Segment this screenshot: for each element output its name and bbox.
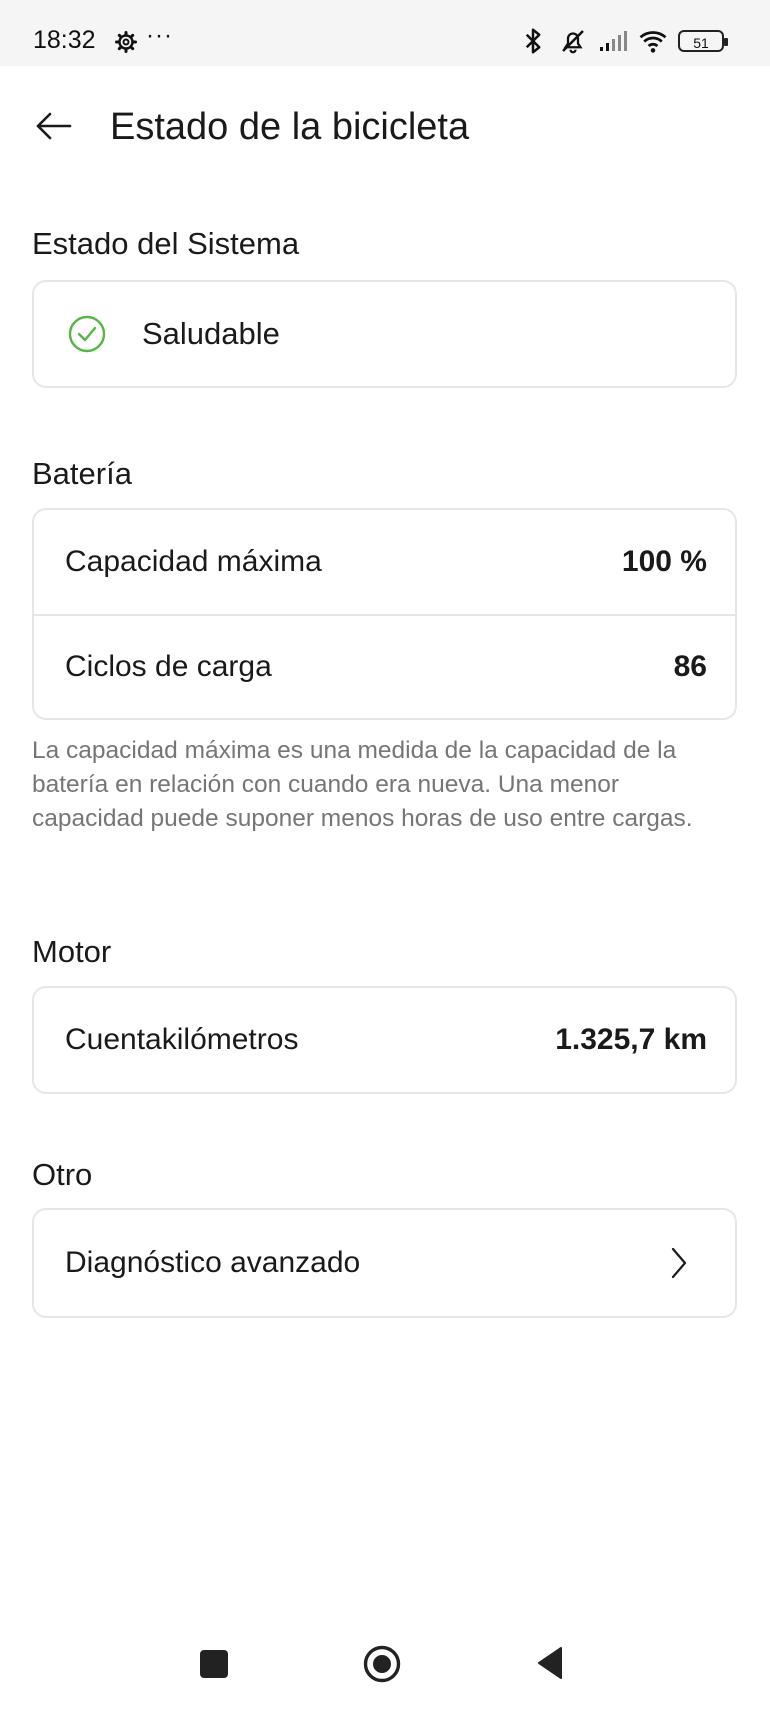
app-bar: Estado de la bicicleta (0, 66, 770, 196)
status-time: 18:32 (33, 26, 96, 54)
odometer-label: Cuentakilómetros (65, 1023, 299, 1056)
capacity-label: Capacidad máxima (65, 545, 322, 578)
status-icons: 51 (518, 26, 728, 56)
system-nav-bar (0, 1620, 770, 1711)
cycles-value: 86 (673, 650, 707, 683)
signal-icon (600, 31, 627, 51)
advanced-diagnostics-item[interactable]: Diagnóstico avanzado (32, 1208, 737, 1318)
system-status-label: Saludable (142, 316, 280, 351)
check-circle-icon (68, 315, 106, 353)
system-heading: Estado del Sistema (32, 226, 300, 261)
back-icon[interactable] (533, 1645, 565, 1681)
battery-heading: Batería (32, 456, 132, 491)
more-notifications-icon: ··· (146, 22, 173, 49)
back-arrow-icon[interactable] (34, 106, 74, 146)
wifi-icon (639, 31, 667, 53)
system-status-row: Saludable (34, 282, 735, 386)
page-title: Estado de la bicicleta (110, 106, 470, 148)
gear-icon (115, 31, 137, 53)
battery-card: Capacidad máxima 100 % Ciclos de carga 8… (32, 508, 737, 720)
odometer-row: Cuentakilómetros 1.325,7 km (34, 988, 735, 1092)
battery-level: 51 (693, 35, 709, 51)
other-heading: Otro (32, 1157, 93, 1192)
odometer-value: 1.325,7 km (555, 1023, 707, 1056)
capacity-value: 100 % (621, 545, 707, 578)
bluetooth-icon (525, 28, 541, 54)
battery-note: La capacidad máxima es una medida de la … (32, 737, 693, 832)
home-icon[interactable] (362, 1644, 402, 1684)
cycles-label: Ciclos de carga (65, 650, 272, 683)
battery-row-cycles: Ciclos de carga 86 (34, 614, 735, 718)
advanced-diagnostics-label: Diagnóstico avanzado (65, 1246, 361, 1279)
status-bar: 18:32 ··· 51 (0, 0, 770, 66)
system-status-card: Saludable (32, 280, 737, 388)
recents-icon[interactable] (200, 1650, 228, 1678)
motor-card: Cuentakilómetros 1.325,7 km (32, 986, 737, 1094)
advanced-diagnostics-row[interactable]: Diagnóstico avanzado (34, 1210, 735, 1316)
chevron-right-icon (671, 1247, 687, 1279)
motor-heading: Motor (32, 934, 112, 969)
battery-icon: 51 (678, 30, 728, 52)
mute-icon (562, 30, 584, 54)
battery-row-capacity: Capacidad máxima 100 % (34, 510, 735, 614)
